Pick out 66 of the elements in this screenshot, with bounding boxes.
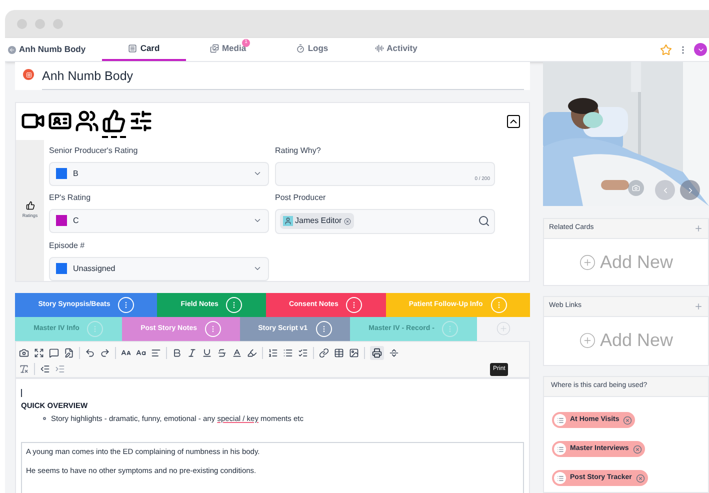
bold-icon[interactable]: [172, 348, 182, 358]
numbered-list-icon[interactable]: [268, 348, 278, 358]
field-label: EP's Rating: [49, 192, 92, 204]
field-label: Rating Why?: [275, 144, 322, 157]
list-icon: [554, 472, 566, 484]
outdent-icon[interactable]: [40, 364, 50, 374]
checklist-icon[interactable]: [298, 348, 308, 358]
font-icon[interactable]: [136, 348, 146, 358]
underline-icon[interactable]: [202, 348, 212, 358]
waveform-icon: [374, 44, 384, 53]
print-button[interactable]: [370, 346, 384, 360]
star-icon[interactable]: [660, 44, 672, 56]
select-value: Unassigned: [73, 262, 116, 275]
rating-select[interactable]: C: [49, 208, 269, 233]
people-field[interactable]: James Editor: [275, 208, 495, 234]
list-icon: [554, 414, 566, 426]
font-size-icon[interactable]: [121, 348, 131, 358]
images-icon: [210, 44, 219, 53]
bullet-list-icon[interactable]: [283, 348, 293, 358]
search-icon[interactable]: [478, 215, 490, 228]
card-type-icon: [23, 69, 34, 80]
align-icon[interactable]: [151, 348, 161, 358]
plus-circle-icon: [578, 254, 596, 270]
remove-icon[interactable]: [344, 218, 351, 225]
image-icon[interactable]: [349, 348, 359, 358]
rating-select[interactable]: B: [49, 162, 269, 186]
collapse-icon[interactable]: [507, 114, 520, 128]
field-label: Post Producer: [275, 192, 327, 204]
person-chip[interactable]: James Editor: [280, 213, 354, 230]
card-icon: [128, 44, 138, 53]
thumbs-up-icon[interactable]: [102, 108, 126, 138]
select-value: C: [73, 214, 80, 227]
title-field[interactable]: Anh Numb Body: [42, 67, 524, 90]
text-color-icon[interactable]: [232, 348, 242, 358]
strikethrough-icon[interactable]: [217, 348, 227, 358]
italic-icon[interactable]: [187, 348, 197, 358]
nav-tab[interactable]: Logs: [270, 38, 354, 61]
nav-tab[interactable]: Activity: [354, 38, 438, 61]
camera-icon: [632, 184, 640, 192]
back-button[interactable]: Anh Numb Body: [5, 38, 102, 61]
redo-icon[interactable]: [100, 348, 110, 358]
template-icon[interactable]: [64, 348, 74, 358]
field-label: Episode #: [49, 240, 86, 252]
table-icon[interactable]: [334, 348, 344, 358]
undo-icon[interactable]: [85, 348, 95, 358]
comment-icon[interactable]: [49, 348, 59, 358]
user-icon: [283, 216, 293, 226]
remove-icon[interactable]: [623, 416, 632, 424]
list-icon: [554, 443, 566, 455]
back-icon: [8, 46, 16, 54]
rating-select[interactable]: Unassigned: [49, 256, 269, 281]
next-button[interactable]: [680, 180, 700, 200]
field-label: Senior Producer's Rating: [49, 144, 139, 157]
clear-format-icon[interactable]: [19, 364, 29, 374]
link-icon[interactable]: [319, 348, 329, 358]
camera-icon[interactable]: [19, 348, 29, 358]
timer-icon: [296, 44, 305, 53]
plus-circle-icon: [578, 332, 596, 348]
select-value: B: [73, 168, 80, 180]
fullscreen-icon[interactable]: [34, 348, 44, 358]
page-break-icon[interactable]: [389, 348, 399, 358]
profile-menu[interactable]: [694, 43, 707, 56]
remove-icon[interactable]: [632, 444, 642, 454]
thumbs-up-icon: [26, 200, 34, 210]
highlight-icon[interactable]: [247, 348, 257, 358]
remove-icon[interactable]: [636, 474, 645, 482]
